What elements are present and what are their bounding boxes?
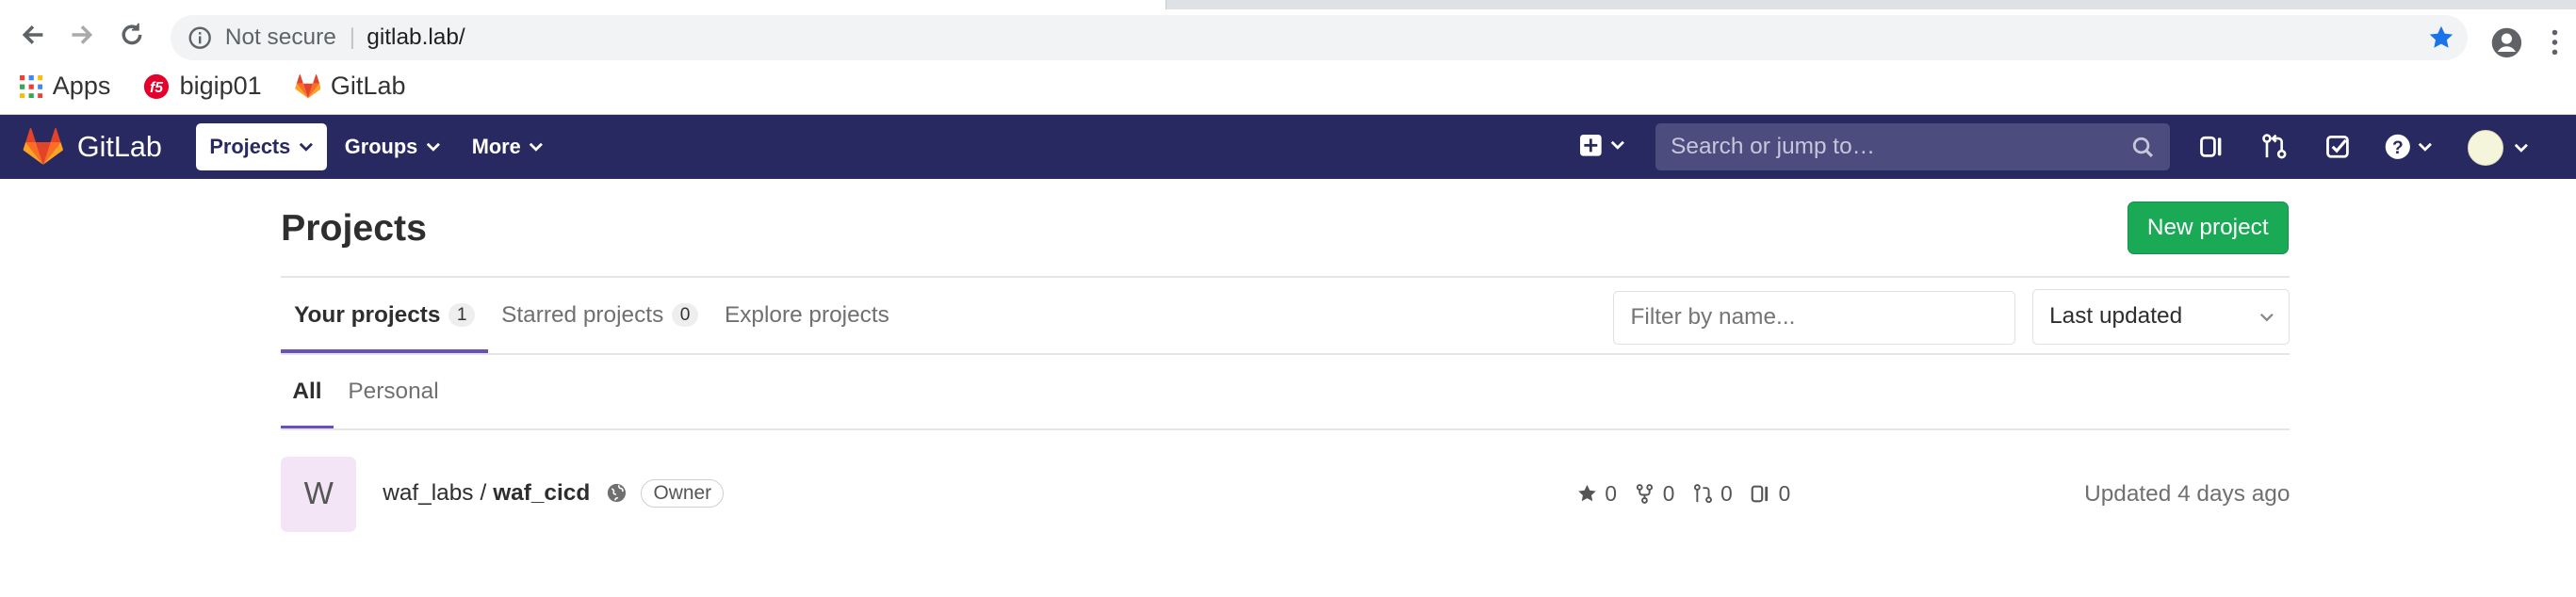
tab-label: Explore projects [724,301,889,328]
chevron-down-icon [2419,142,2433,152]
merge-requests-stat[interactable]: 0 [1693,481,1733,507]
count-badge: 1 [448,303,476,328]
fork-icon [1636,483,1654,504]
scope-tabs: All Personal [281,355,465,429]
gitlab-icon [294,73,321,99]
new-item-dropdown[interactable] [1580,134,1624,156]
sort-dropdown[interactable]: Last updated [2031,288,2291,346]
search-input[interactable]: Search or jump to… [1655,122,2171,171]
tab-strip [0,0,2576,10]
address-bar[interactable]: Not secure | gitlab.lab/ [171,14,2468,61]
page-title: Projects [281,206,427,249]
back-button[interactable] [8,9,57,58]
separator: | [349,24,356,51]
bookmark-apps[interactable]: Apps [19,72,111,101]
path-separator: / [480,479,487,506]
filter-by-name-input[interactable] [1613,290,2016,346]
browser-menu-icon[interactable] [2552,29,2558,56]
project-row[interactable]: W waf_labs / waf_cicd Owner 0 0 0 0 Upda… [281,456,2291,532]
star-icon [1577,484,1596,502]
menu-label: Groups [344,135,418,158]
issues-stat[interactable]: 0 [1751,481,1790,507]
browser-toolbar: Not secure | gitlab.lab/ [0,9,2576,61]
gitlab-logo-icon [24,128,64,165]
stars-count: 0 [1605,480,1617,506]
role-badge: Owner [641,479,725,508]
help-icon: ? [2385,134,2410,160]
chevron-down-icon [2259,314,2274,322]
count-badge: 0 [671,303,699,328]
svg-text:?: ? [2392,138,2404,158]
plus-square-icon [1580,134,1602,156]
bookmark-label: Apps [52,72,111,101]
chevron-down-icon[interactable] [2514,143,2529,153]
globe-icon [607,484,626,503]
bookmarks-bar: Apps f5 bigip01 GitLab [0,58,2576,116]
forward-arrow-icon [72,24,93,44]
reload-icon [122,23,141,44]
divider [281,352,2291,355]
divider [281,428,2291,430]
tab-all[interactable]: All [281,355,334,429]
tab-explore-projects[interactable]: Explore projects [725,278,889,353]
project-title: waf_labs / waf_cicd Owner [383,479,725,508]
forks-count: 0 [1662,480,1675,506]
issues-todo-icon[interactable] [2198,133,2226,161]
projects-menu[interactable]: Projects [196,122,327,171]
merge-requests-icon[interactable] [2260,133,2289,161]
issues-icon [1751,485,1769,503]
svg-text:f5: f5 [150,80,163,96]
bookmark-label: bigip01 [179,72,262,101]
gitlab-logo-text: GitLab [76,130,162,163]
groups-menu[interactable]: Groups [332,123,454,171]
back-arrow-icon [22,24,43,44]
more-menu[interactable]: More [459,123,557,171]
menu-label: More [471,135,521,158]
user-avatar[interactable] [2467,129,2504,167]
new-project-button[interactable]: New project [2127,202,2289,255]
not-secure-label: Not secure [224,24,336,51]
search-placeholder: Search or jump to… [1671,133,1876,159]
gitlab-navbar: GitLab Projects Groups More Search or ju… [0,115,2576,179]
chevron-down-icon [1610,140,1624,150]
f5-icon: f5 [144,73,170,99]
reload-button[interactable] [106,9,155,58]
forks-stat[interactable]: 0 [1635,481,1674,507]
chevron-down-icon [426,142,440,152]
tab-label: Starred projects [501,301,664,328]
project-name[interactable]: waf_cicd [493,480,590,507]
tab-personal[interactable]: Personal [348,355,438,428]
bookmark-bigip01[interactable]: f5 bigip01 [143,72,262,101]
bookmark-label: GitLab [330,72,406,101]
gitlab-home-link[interactable]: GitLab [23,128,162,166]
chevron-down-icon [299,142,313,152]
updated-timestamp: Updated 4 days ago [2084,480,2291,507]
chevron-down-icon [530,142,544,152]
bookmark-gitlab[interactable]: GitLab [294,72,406,101]
project-avatar[interactable]: W [281,456,357,532]
sort-value: Last updated [2049,303,2183,330]
project-stats: 0 0 0 0 [1577,481,1809,507]
info-icon[interactable] [188,26,212,49]
bookmark-star-icon[interactable] [2428,24,2454,51]
tab-your-projects[interactable]: Your projects 1 [281,278,489,353]
project-tabs: Your projects 1 Starred projects 0 Explo… [281,278,916,353]
top-menu: Projects Groups More [196,122,562,171]
menu-label: Projects [209,135,291,158]
tab-starred-projects[interactable]: Starred projects 0 [501,278,699,353]
profile-icon[interactable] [2490,26,2523,59]
active-browser-tab[interactable] [0,0,1166,10]
project-namespace[interactable]: waf_labs [383,480,473,507]
tab-label: Your projects [294,301,441,328]
url-text[interactable]: gitlab.lab/ [367,24,465,51]
forward-button[interactable] [57,9,106,58]
merge-requests-count: 0 [1720,480,1733,506]
stars-stat[interactable]: 0 [1577,481,1617,507]
apps-grid-icon [19,74,43,99]
issues-count: 0 [1778,480,1791,506]
help-dropdown[interactable]: ? [2384,133,2433,161]
merge-request-icon [1693,483,1712,503]
todos-icon[interactable] [2324,133,2353,161]
search-icon [2132,137,2154,157]
